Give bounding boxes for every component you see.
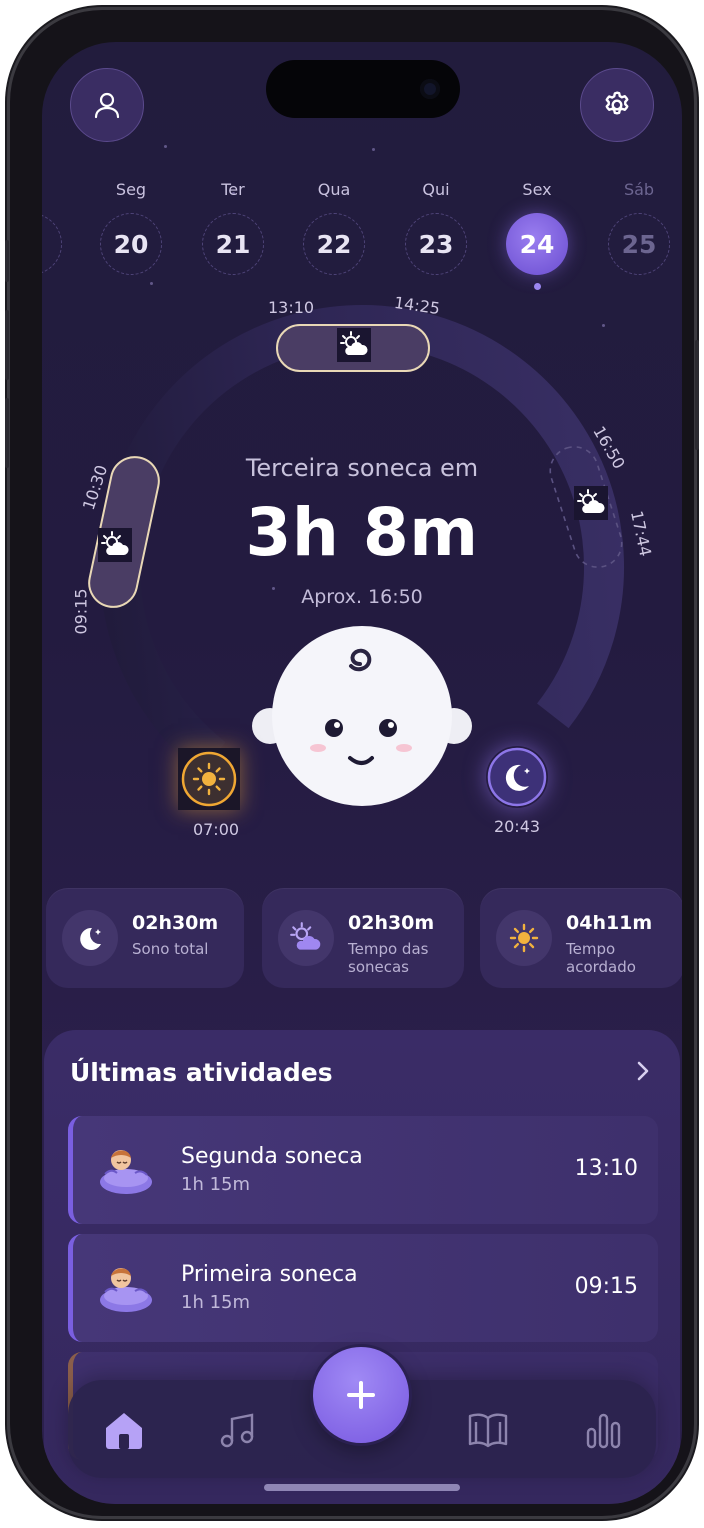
chevron-right-icon xyxy=(637,1061,649,1081)
day-number: 24 xyxy=(506,213,568,275)
day-name: Sex xyxy=(522,180,552,199)
add-button[interactable] xyxy=(313,1347,409,1443)
star xyxy=(164,145,167,148)
gear-icon xyxy=(605,91,629,115)
tab-stats[interactable] xyxy=(576,1402,632,1458)
baby-face-icon xyxy=(252,626,472,806)
chart-icon xyxy=(586,1413,621,1449)
day-name: m xyxy=(42,177,62,203)
profile-button[interactable] xyxy=(70,68,144,142)
day-item[interactable]: Qua 22 xyxy=(303,177,365,275)
day-number: 25 xyxy=(608,213,670,275)
day-item[interactable]: Seg 20 xyxy=(100,177,162,275)
countdown-value: 3h 8m xyxy=(245,494,479,571)
day-item[interactable]: Ter 21 xyxy=(202,177,264,275)
volume-down-button xyxy=(5,398,9,468)
settings-button[interactable] xyxy=(580,68,654,142)
star xyxy=(372,148,375,151)
user-icon xyxy=(94,92,120,119)
day-number: 22 xyxy=(303,213,365,275)
day-name: Qui xyxy=(422,180,450,199)
activity-name: Primeira soneca xyxy=(181,1262,358,1287)
cloud-sun-icon xyxy=(98,528,132,562)
tab-home[interactable] xyxy=(96,1402,152,1458)
activity-time: 13:10 xyxy=(574,1156,638,1181)
moon-icon xyxy=(62,910,118,966)
nap-1-start-label: 09:15 xyxy=(71,588,91,635)
cloud-sun-icon xyxy=(278,910,334,966)
camera-icon xyxy=(420,79,440,99)
activities-title: Últimas atividades xyxy=(70,1058,333,1087)
activity-duration: 1h 15m xyxy=(181,1292,251,1313)
day-item[interactable]: Sáb 25 xyxy=(608,177,670,275)
day-name: Seg xyxy=(115,180,147,199)
bedtime-marker[interactable] xyxy=(486,746,548,808)
sleeping-baby-icon xyxy=(100,1268,152,1312)
sleeping-baby-icon xyxy=(100,1150,152,1194)
stat-label: Sono total xyxy=(132,940,209,958)
stat-card-awake-time[interactable]: 04h11m Tempo acordado xyxy=(480,888,682,988)
action-button xyxy=(5,240,9,282)
music-icon xyxy=(220,1413,254,1448)
day-selector: m 9 Seg 20 Ter 21 Qua 22 Qui 23 Sex 24 xyxy=(42,177,682,290)
plus-icon xyxy=(347,1381,375,1409)
day-number: 21 xyxy=(202,213,264,275)
volume-up-button xyxy=(5,310,9,380)
selected-dot xyxy=(533,283,541,290)
stat-card-total-sleep[interactable]: 02h30m Sono total xyxy=(46,888,244,988)
activity-time: 09:15 xyxy=(574,1274,638,1299)
day-number: 20 xyxy=(100,213,162,275)
phone-frame: m 9 Seg 20 Ter 21 Qua 22 Qui 23 Sex 24 xyxy=(5,10,699,1516)
activity-name: Segunda soneca xyxy=(181,1144,363,1169)
day-item[interactable]: m 9 xyxy=(42,177,62,275)
stat-value: 02h30m xyxy=(132,912,219,934)
wake-time-label: 07:00 xyxy=(192,820,240,839)
tab-sounds[interactable] xyxy=(210,1402,266,1458)
day-number: 9 xyxy=(42,213,62,275)
activities-open-button[interactable] xyxy=(628,1056,658,1086)
home-indicator[interactable] xyxy=(264,1484,460,1491)
dynamic-island xyxy=(266,60,460,118)
day-item-selected[interactable]: Sex 24 xyxy=(506,177,568,290)
sun-icon xyxy=(496,910,552,966)
tab-library[interactable] xyxy=(460,1402,516,1458)
stat-label: Tempo das sonecas xyxy=(348,940,429,976)
app-screen: m 9 Seg 20 Ter 21 Qua 22 Qui 23 Sex 24 xyxy=(42,42,682,1504)
moon-icon xyxy=(487,747,547,807)
cloud-sun-icon xyxy=(574,486,608,520)
stat-value: 02h30m xyxy=(348,912,435,934)
activity-duration: 1h 15m xyxy=(181,1174,251,1195)
sun-icon xyxy=(181,751,237,807)
nap-2-start-label: 13:10 xyxy=(268,298,315,317)
bedtime-label: 20:43 xyxy=(493,817,541,836)
day-name: Sáb xyxy=(623,180,655,199)
stat-label: Tempo acordado xyxy=(566,940,636,976)
day-item[interactable]: Qui 23 xyxy=(405,177,467,275)
approx-time: Aprox. 16:50 xyxy=(301,586,423,608)
stat-card-nap-time[interactable]: 02h30m Tempo das sonecas xyxy=(262,888,464,988)
book-icon xyxy=(468,1413,508,1448)
next-nap-label: Terceira soneca em xyxy=(245,454,479,482)
day-number: 23 xyxy=(405,213,467,275)
activity-item[interactable]: Primeira soneca 1h 15m 09:15 xyxy=(68,1234,658,1342)
day-name: Ter xyxy=(221,180,245,199)
stat-value: 04h11m xyxy=(566,912,653,934)
cloud-sun-icon xyxy=(337,328,371,362)
day-name: Qua xyxy=(317,180,351,199)
wake-marker[interactable] xyxy=(178,748,240,810)
activity-item[interactable]: Segunda soneca 1h 15m 13:10 xyxy=(68,1116,658,1224)
power-button xyxy=(695,340,699,450)
home-icon xyxy=(106,1413,142,1449)
